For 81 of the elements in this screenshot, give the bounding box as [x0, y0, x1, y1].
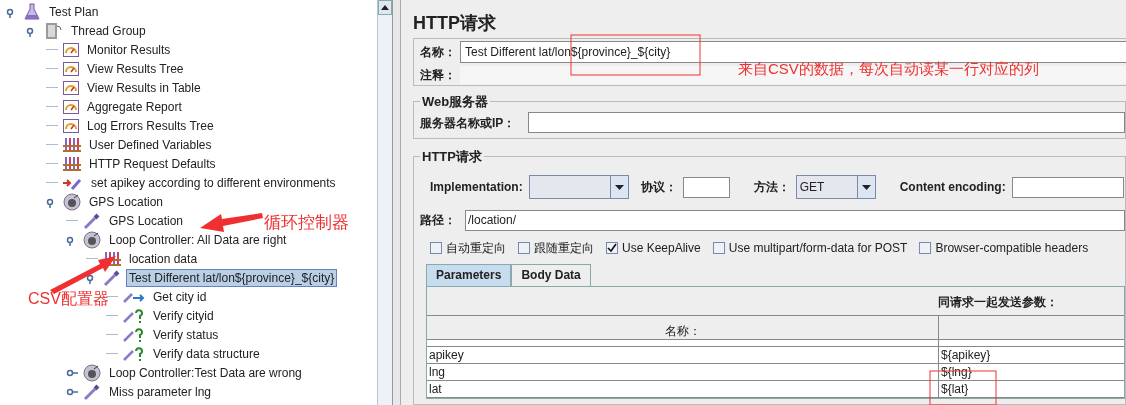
panel-title: HTTP请求 — [413, 12, 497, 35]
table-cell-text: ${lat} — [940, 381, 970, 397]
spool-icon — [43, 20, 63, 41]
tree-item[interactable]: Aggregate Report — [84, 97, 185, 116]
checkbox[interactable] — [606, 242, 618, 254]
implementation-dropdown[interactable] — [528, 175, 629, 199]
gauge-icon — [63, 61, 79, 76]
table-cell: lat — [427, 381, 939, 397]
tree-item[interactable]: Loop Controller:Test Data are wrong — [106, 363, 305, 382]
scroll-up-icon[interactable] — [378, 0, 392, 15]
gauge-icon — [63, 42, 79, 57]
tree-item[interactable]: set apikey according to different environments — [88, 173, 339, 192]
tree-item[interactable]: Test Different lat/lon${province}_${city} — [126, 268, 338, 287]
tree-item[interactable]: Monitor Results — [84, 40, 174, 59]
tree-item[interactable]: Verify data structure — [150, 344, 263, 363]
pipette-question-icon — [123, 307, 145, 324]
checkbox-label: Browser-compatible headers — [935, 240, 1089, 257]
checkbox[interactable] — [518, 242, 530, 254]
table-cell-text: ${lng} — [940, 364, 973, 380]
protocol-field[interactable] — [682, 176, 730, 198]
pipette-question-icon — [123, 326, 145, 343]
tree-item[interactable]: Test Plan — [46, 2, 102, 21]
pipette-icon — [83, 382, 101, 401]
tree-item[interactable]: location data — [126, 249, 201, 268]
checkbox-label: Use KeepAlive — [622, 240, 701, 257]
method-dropdown[interactable]: GET — [795, 175, 876, 199]
encoding-field[interactable] — [1011, 176, 1124, 198]
path-label: 路径： — [420, 212, 457, 229]
gauge-icon — [63, 118, 79, 133]
caret-icon — [861, 184, 871, 190]
controller-icon — [63, 192, 81, 211]
method-label: 方法： — [753, 179, 790, 196]
encoding-label: Content encoding: — [899, 179, 1006, 196]
tree-item[interactable]: View Results in Table — [84, 78, 204, 97]
tree-item[interactable]: Verify cityid — [150, 306, 217, 325]
tree-item[interactable]: Verify status — [150, 325, 222, 344]
implementation-label: Implementation: — [430, 179, 523, 196]
name-label: 名称： — [420, 44, 457, 61]
controller-icon — [83, 230, 101, 249]
flask-icon — [23, 2, 41, 21]
tab[interactable]: Parameters — [426, 264, 512, 286]
caret-icon — [614, 184, 624, 190]
table-cell: apikey — [427, 347, 939, 363]
checkbox[interactable] — [712, 242, 725, 254]
checkbox[interactable] — [430, 242, 442, 254]
tree-item[interactable]: Miss parameter lng — [106, 382, 215, 401]
checkbox[interactable] — [919, 242, 932, 254]
checkbox-label: 跟随重定向 — [534, 240, 594, 257]
gauge-icon — [63, 99, 79, 114]
tree-item[interactable]: User Defined Variables — [86, 135, 215, 154]
tree-item[interactable]: Thread Group — [68, 21, 149, 40]
server-field[interactable] — [528, 112, 1125, 133]
checkbox-label: Use multipart/form-data for POST — [728, 240, 908, 257]
tree-item[interactable]: GPS Location — [106, 211, 187, 230]
test-tubes-icon — [63, 136, 81, 153]
section-legend: Web服务器 — [420, 92, 491, 112]
tree-item[interactable]: Log Errors Results Tree — [84, 116, 217, 135]
params-caption: 同请求一起发送参数： — [937, 294, 1059, 311]
path-field[interactable]: /location/ — [465, 209, 1125, 231]
gauge-icon — [63, 80, 79, 95]
comment-label: 注释： — [420, 67, 457, 84]
server-label: 服务器名称或IP： — [420, 114, 517, 132]
column-header: 名称： — [427, 316, 939, 339]
test-tubes-icon — [63, 155, 81, 172]
tree-item[interactable]: GPS Location — [86, 192, 167, 211]
tab[interactable]: Body Data — [511, 264, 591, 286]
section-legend: HTTP请求 — [420, 146, 484, 166]
controller-icon — [83, 363, 101, 382]
checkbox-label: 自动重定向 — [446, 240, 506, 257]
tree-item[interactable]: Get city id — [150, 287, 210, 306]
protocol-label: 协议： — [640, 179, 677, 196]
tree-item[interactable]: HTTP Request Defaults — [86, 154, 219, 173]
annotation-arrow — [200, 213, 263, 232]
pipette-question-icon — [123, 345, 145, 362]
scrollbar[interactable] — [377, 0, 392, 405]
table-cell: lng — [427, 364, 939, 380]
pipette-icon — [103, 268, 121, 287]
pipette-icon — [83, 211, 101, 230]
annotation-text: CSV配置器 — [28, 289, 109, 309]
tree-item[interactable]: View Results Tree — [84, 59, 187, 78]
table-cell-text: ${apikey} — [940, 347, 992, 363]
